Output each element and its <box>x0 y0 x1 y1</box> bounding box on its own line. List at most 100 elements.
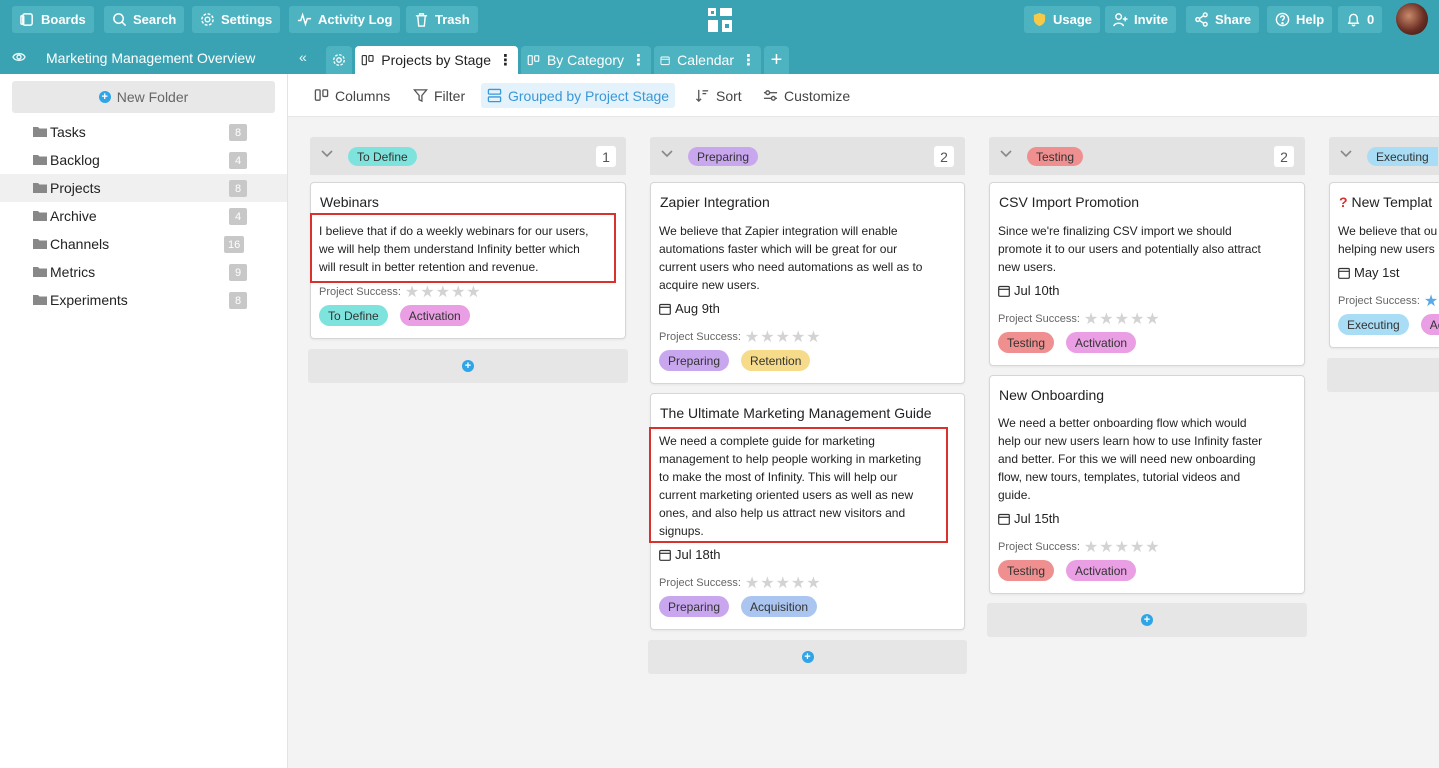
tab-calendar[interactable]: Calendar ⋮ <box>654 46 761 74</box>
card-zapier-integration[interactable]: Zapier Integration We believe that Zapie… <box>650 182 965 384</box>
sidebar-item-metrics[interactable]: Metrics 9 <box>0 258 287 286</box>
success-label: Project Success: <box>659 331 741 343</box>
usage-button[interactable]: Usage <box>1024 6 1101 33</box>
sidebar-item-label: Channels <box>50 236 110 252</box>
tab-menu-icon[interactable]: ⋮ <box>741 51 756 69</box>
tab-projects-by-stage[interactable]: Projects by Stage ⋮ <box>355 46 518 74</box>
tag-acquisition[interactable]: Acquisition <box>741 596 818 617</box>
column-count: 2 <box>1274 146 1294 167</box>
tag-testing[interactable]: Testing <box>998 560 1055 581</box>
tag-preparing[interactable]: Preparing <box>659 596 730 617</box>
tag-testing[interactable]: Testing <box>998 332 1055 353</box>
sidebar-item-experiments[interactable]: Experiments 8 <box>0 286 287 314</box>
calendar-icon <box>660 56 670 65</box>
sidebar-item-backlog[interactable]: Backlog 4 <box>0 146 287 174</box>
group-by-button[interactable]: Grouped by Project Stage <box>481 83 676 108</box>
tag-row: Testing Activation <box>998 332 1137 353</box>
sidebar-item-channels[interactable]: Channels 16 <box>0 230 287 258</box>
sidebar-item-label: Projects <box>50 180 101 196</box>
card-title: CSV Import Promotion <box>999 194 1140 210</box>
card-description: We believe that ou helping new users <box>1338 222 1437 258</box>
columns-label: Columns <box>335 87 391 104</box>
tag-to-define[interactable]: To Define <box>319 305 388 326</box>
notifications-count: 0 <box>1367 12 1375 27</box>
count-badge: 4 <box>229 152 247 169</box>
due-date-text: Jul 15th <box>1014 511 1060 526</box>
collapse-sidebar-icon[interactable]: « <box>299 49 307 65</box>
folder-icon <box>33 239 47 249</box>
add-card-button[interactable]: + <box>648 640 967 674</box>
tag-activation[interactable]: Activation <box>399 305 470 326</box>
star-rating-icon[interactable]: ★★★★★ <box>1084 537 1161 557</box>
sort-button[interactable]: Sort <box>689 83 748 108</box>
invite-button[interactable]: Invite <box>1105 6 1176 33</box>
card-new-template[interactable]: ? New Templat We believe that ou helping… <box>1329 182 1439 348</box>
project-success-rating: Project Success: ★★★★★ <box>998 309 1161 329</box>
star-rating-icon[interactable]: ★★★★★ <box>1084 309 1161 329</box>
card-description: We need a better onboarding flow which w… <box>998 414 1262 504</box>
tab-by-category[interactable]: By Category ⋮ <box>521 46 651 74</box>
sidebar-item-archive[interactable]: Archive 4 <box>0 202 287 230</box>
help-button[interactable]: Help <box>1267 6 1333 33</box>
card-new-onboarding[interactable]: New Onboarding We need a better onboardi… <box>989 375 1305 594</box>
sidebar: + New Folder Tasks 8 Backlog 4 Projects … <box>0 74 288 768</box>
chevron-down-icon[interactable] <box>661 150 673 158</box>
filter-button[interactable]: Filter <box>407 83 471 108</box>
user-avatar[interactable] <box>1396 3 1428 35</box>
tag-retention[interactable]: Retention <box>741 350 811 371</box>
plus-circle-icon: + <box>98 91 111 103</box>
view-settings-button[interactable] <box>326 46 352 74</box>
settings-button[interactable]: Settings <box>192 6 281 33</box>
description-line: We believe that Zapier integration will … <box>659 224 898 238</box>
app-logo-icon[interactable] <box>706 6 734 34</box>
stage-badge: Preparing <box>688 147 759 166</box>
search-button[interactable]: Search <box>104 6 185 33</box>
tag-activation[interactable]: Activation <box>1066 560 1137 581</box>
description-line: new users. <box>998 260 1057 274</box>
sidebar-item-projects[interactable]: Projects 8 <box>0 174 287 202</box>
chevron-down-icon[interactable] <box>1340 150 1352 158</box>
tag-activation[interactable]: Ac <box>1420 314 1439 335</box>
customize-button[interactable]: Customize <box>757 83 856 108</box>
gear-icon <box>201 13 214 26</box>
add-card-button[interactable]: + <box>308 349 628 383</box>
new-folder-button[interactable]: + New Folder <box>12 81 275 113</box>
count-badge: 16 <box>224 236 245 253</box>
add-user-icon <box>1113 13 1128 27</box>
sidebar-item-label: Experiments <box>50 292 128 308</box>
add-card-button[interactable] <box>1327 358 1439 392</box>
add-card-button[interactable]: + <box>987 603 1307 637</box>
sidebar-item-tasks[interactable]: Tasks 8 <box>0 118 287 146</box>
tag-activation[interactable]: Activation <box>1066 332 1137 353</box>
description-line: Since we're finalizing CSV import we sho… <box>998 224 1232 238</box>
star-rating-icon[interactable]: ★★★★★ <box>405 282 482 302</box>
tag-executing[interactable]: Executing <box>1338 314 1409 335</box>
tab-menu-icon[interactable]: ⋮ <box>498 51 513 69</box>
eye-icon[interactable] <box>12 51 26 63</box>
plus-circle-icon: + <box>801 651 814 663</box>
tab-label: Projects by Stage <box>381 52 491 68</box>
notifications-button[interactable]: 0 <box>1338 6 1383 33</box>
star-rating-icon[interactable]: ★ <box>1424 291 1439 311</box>
description-line: helping new users <box>1338 242 1435 256</box>
tag-preparing[interactable]: Preparing <box>659 350 730 371</box>
chevron-down-icon[interactable] <box>1000 150 1012 158</box>
activity-log-label: Activity Log <box>318 12 393 27</box>
search-label: Search <box>133 12 177 27</box>
trash-button[interactable]: Trash <box>406 6 478 33</box>
project-success-rating: Project Success: ★★★★★ <box>659 327 822 347</box>
activity-log-button[interactable]: Activity Log <box>289 6 401 33</box>
settings-label: Settings <box>221 12 273 27</box>
columns-button[interactable]: Columns <box>308 83 396 108</box>
share-button[interactable]: Share <box>1186 6 1260 33</box>
card-title: ? New Templat <box>1339 194 1432 210</box>
star-rating-icon[interactable]: ★★★★★ <box>745 573 822 593</box>
add-view-button[interactable]: + <box>764 46 789 74</box>
column-header-testing: Testing 2 <box>989 137 1305 175</box>
chevron-down-icon[interactable] <box>321 150 333 158</box>
card-csv-import-promotion[interactable]: CSV Import Promotion Since we're finaliz… <box>989 182 1305 366</box>
star-rating-icon[interactable]: ★★★★★ <box>745 327 822 347</box>
boards-button[interactable]: Boards <box>12 6 94 33</box>
tab-menu-icon[interactable]: ⋮ <box>631 51 646 69</box>
project-success-rating: Project Success: ★ <box>1338 291 1439 311</box>
